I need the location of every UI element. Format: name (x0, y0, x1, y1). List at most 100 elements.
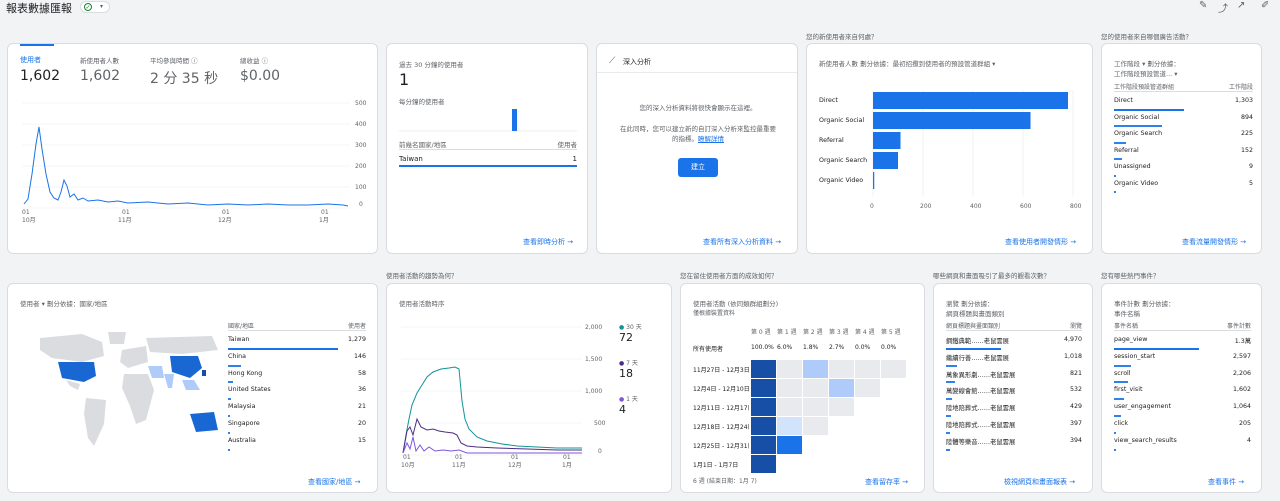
series-30-day-line (402, 366, 582, 454)
row-label: Organic Social (1114, 113, 1160, 121)
table-row[interactable]: view_search_results 4 (1114, 435, 1251, 452)
table-row[interactable]: Organic Social 894 (1114, 112, 1253, 129)
table-row[interactable]: Malaysia 21 (228, 401, 366, 418)
row-value: 4 (1246, 436, 1251, 444)
acquisition-bar[interactable] (873, 132, 901, 149)
pages-subtitle-2[interactable]: 網頁標題與畫面類別 (946, 308, 1005, 318)
cohort-cell[interactable] (855, 379, 880, 397)
cohort-cell[interactable] (855, 360, 880, 378)
table-row[interactable]: Direct 1,303 (1114, 95, 1253, 112)
insights-trend-icon[interactable]: ↗ (1237, 0, 1245, 11)
acquisition-card: 新使用者人數 劃分依據：最初招攬到使用者的預設管道群組 ▾ 0 200 400 600… (806, 43, 1093, 254)
table-row[interactable]: click 205 (1114, 418, 1251, 435)
all-users-value: 0.0% (881, 344, 897, 351)
y-tick: 200 (355, 163, 367, 170)
view-events-link[interactable]: 查看事件 → (1208, 477, 1244, 487)
table-row[interactable]: 陸體等樂音……老鼠雲展 394 (946, 435, 1082, 452)
table-row[interactable]: 陸地陪葬式……老鼠雲展 429 (946, 401, 1082, 418)
table-row[interactable]: 鋼鐵典範……老鼠雲展 4,970 (946, 334, 1082, 351)
cohort-cell[interactable] (829, 398, 854, 416)
status-chip[interactable]: ✓ ▾ (80, 1, 110, 13)
pages-subtitle-1[interactable]: 瀏覽 劃分依據： (946, 298, 994, 308)
view-pages-link[interactable]: 檢視網頁和畫面報表 → (1004, 477, 1075, 487)
acquisition-bar[interactable] (873, 112, 1031, 129)
table-row[interactable]: 萬象異形劇……老鼠雲展 821 (946, 368, 1082, 385)
table-row[interactable]: Organic Search 225 (1114, 128, 1253, 145)
cohort-cell[interactable] (803, 417, 828, 435)
create-insight-button[interactable]: 建立 (678, 158, 718, 177)
traffic-subtitle-1[interactable]: 工作階段 ▾ 劃分依據： (1114, 58, 1180, 68)
cohort-cell[interactable] (829, 360, 854, 378)
view-realtime-link[interactable]: 查看即時分析 → (523, 237, 573, 247)
country-subtitle[interactable]: 使用者 ▾ 劃分依據：國家/地區 (20, 298, 108, 308)
table-row[interactable]: page_view 1.3萬 (1114, 334, 1251, 351)
metric-engagement-time[interactable]: 平均參與時間 ⓘ 2 分 35 秒 (150, 55, 218, 88)
share-icon[interactable]: ⤴ (1218, 0, 1228, 15)
cohort-cell[interactable] (751, 436, 776, 454)
cohort-cell[interactable] (751, 417, 776, 435)
cohort-row-label: 12月11日 - 12月17日 (693, 405, 749, 412)
table-row[interactable]: Unassigned 9 (1114, 161, 1253, 178)
table-row[interactable]: Organic Video 5 (1114, 178, 1253, 195)
cohort-cell[interactable] (803, 360, 828, 378)
table-row[interactable]: Referral 152 (1114, 145, 1253, 162)
table-row[interactable]: Taiwan 1 (399, 155, 577, 167)
cohort-cell[interactable] (777, 360, 802, 378)
cohort-cell[interactable] (751, 379, 776, 397)
edit-report-icon[interactable]: ✎ (1199, 0, 1207, 11)
retention-footer: 6 週 (結束日期：1月 7) (693, 478, 757, 485)
table-row[interactable]: scroll 2,206 (1114, 368, 1251, 385)
events-subtitle-2[interactable]: 事件名稱 (1114, 308, 1140, 318)
traffic-subtitle-2[interactable]: 工作階段預設管道... ▾ (1114, 68, 1178, 78)
x-tick: 1月 (562, 462, 572, 469)
cohort-cell[interactable] (777, 398, 802, 416)
view-countries-link[interactable]: 查看國家/地區 → (308, 477, 360, 487)
x-tick: 01 (222, 209, 230, 216)
cohort-cell[interactable] (881, 360, 906, 378)
acquisition-bar[interactable] (873, 172, 875, 189)
row-value: 36 (357, 386, 366, 394)
cohort-cell[interactable] (777, 379, 802, 397)
table-row[interactable]: China 146 (228, 351, 366, 368)
view-retention-link[interactable]: 查看留存率 → (865, 477, 908, 487)
cohort-cell[interactable] (751, 455, 776, 473)
cohort-cell[interactable] (829, 379, 854, 397)
table-row[interactable]: United States 36 (228, 384, 366, 401)
cohort-cell[interactable] (777, 436, 802, 454)
table-row[interactable]: user_engagement 1,064 (1114, 401, 1251, 418)
table-row[interactable]: Hong Kong 58 (228, 368, 366, 385)
table-row[interactable]: Australia 15 (228, 435, 366, 452)
view-acquisition-link[interactable]: 查看使用者開發情形 → (1005, 237, 1076, 247)
table-row[interactable]: 繼續行善……老鼠雲展 1,018 (946, 351, 1082, 368)
legend-label: 30 天 (626, 324, 642, 331)
acquisition-bar[interactable] (873, 92, 1068, 109)
metric-revenue[interactable]: 總收益 ⓘ $0.00 (240, 55, 280, 84)
metric-new-users[interactable]: 新使用者人數 1,602 (80, 55, 120, 84)
cohort-cell[interactable] (803, 398, 828, 416)
cohort-cell[interactable] (803, 379, 828, 397)
learn-more-link[interactable]: 瞭解詳情 (698, 135, 724, 143)
help-icon[interactable]: ⓘ (262, 57, 269, 65)
table-row[interactable]: Singapore 20 (228, 418, 366, 435)
table-row[interactable]: 陸地陪葬式……老鼠雲展 397 (946, 418, 1082, 435)
events-subtitle-1[interactable]: 事件計數 劃分依據： (1114, 298, 1175, 308)
view-traffic-link[interactable]: 查看流量開發情形 → (1182, 237, 1246, 247)
table-row[interactable]: Taiwan 1,279 (228, 334, 366, 351)
pencil-icon[interactable]: ✐ (1261, 0, 1269, 11)
table-row[interactable]: 萬變線會館……老鼠雲展 532 (946, 384, 1082, 401)
view-all-insights-link[interactable]: 查看所有深入分析資料 → (703, 237, 781, 247)
acquisition-subtitle[interactable]: 新使用者人數 劃分依據：最初招攬到使用者的預設管道群組 ▾ (819, 58, 995, 68)
retention-question: 您在留住使用者方面的成效如何？ (680, 272, 778, 280)
cohort-cell[interactable] (777, 417, 802, 435)
arrow-right-icon: → (1069, 478, 1076, 486)
table-row[interactable]: session_start 2,597 (1114, 351, 1251, 368)
acquisition-bar[interactable] (873, 152, 898, 169)
map-canada (40, 334, 104, 362)
row-value: 532 (1069, 386, 1082, 394)
table-row[interactable]: first_visit 1,602 (1114, 384, 1251, 401)
help-icon[interactable]: ⓘ (191, 57, 198, 65)
cohort-cell[interactable] (751, 398, 776, 416)
metric-users[interactable]: 使用者 1,602 (20, 55, 60, 84)
cohort-cell[interactable] (751, 360, 776, 378)
map-taiwan (202, 370, 206, 376)
